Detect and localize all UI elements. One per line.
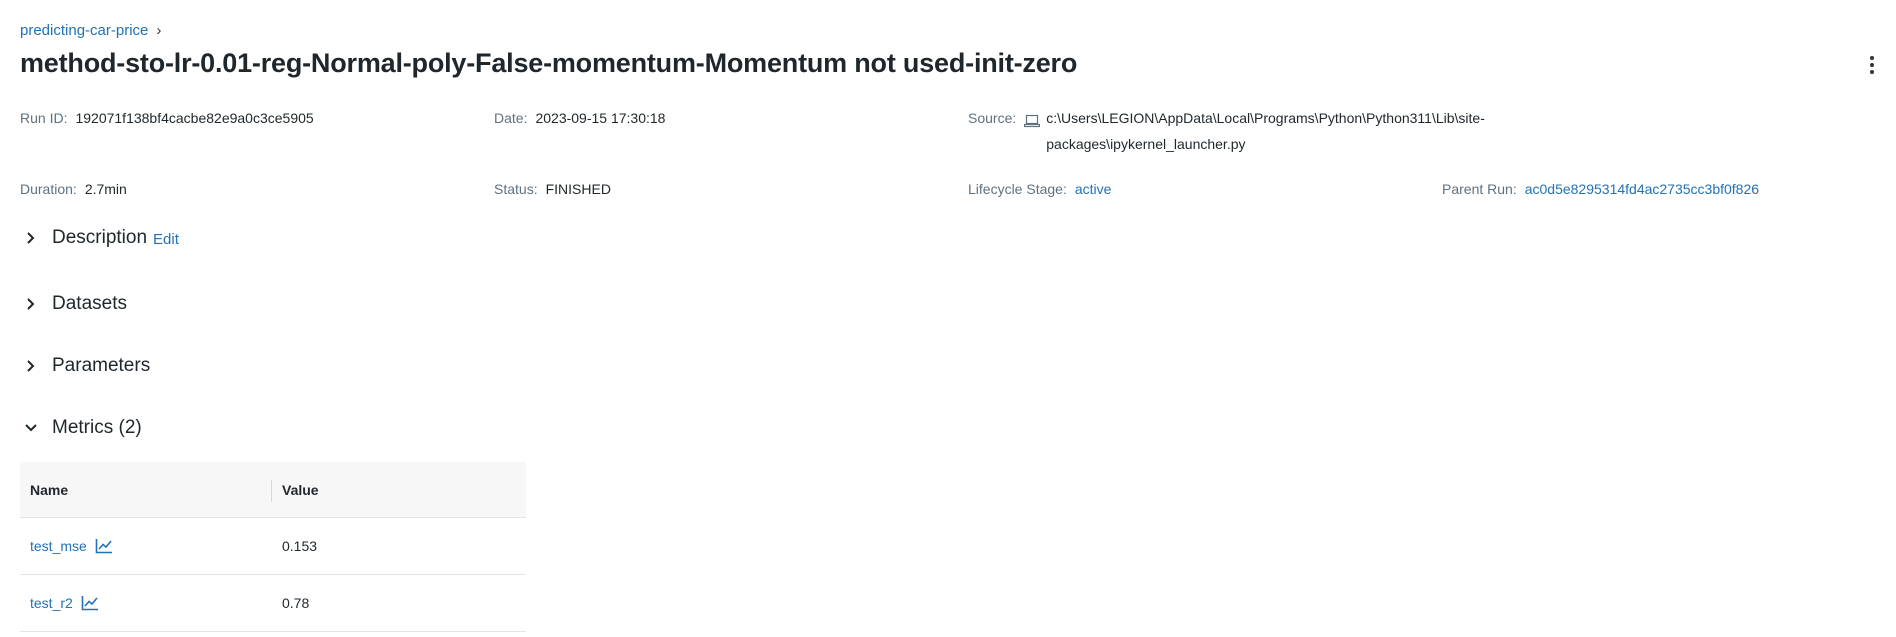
source-field: Source: c:\Users\LEGION\AppData\Local\Pr… bbox=[968, 110, 1566, 157]
datasets-title: Datasets bbox=[52, 293, 127, 314]
metrics-title: Metrics (2) bbox=[52, 417, 142, 438]
laptop-icon bbox=[1024, 114, 1041, 128]
lifecycle-label: Lifecycle Stage: bbox=[968, 181, 1067, 197]
status-label: Status: bbox=[494, 181, 538, 197]
description-title: Description bbox=[52, 227, 148, 248]
line-chart-icon[interactable] bbox=[81, 595, 99, 611]
chevron-right-icon bbox=[27, 232, 35, 244]
date-field: Date: 2023-09-15 17:30:18 bbox=[494, 110, 665, 126]
metric-name-link[interactable]: test_mse bbox=[30, 538, 87, 554]
status-value: FINISHED bbox=[545, 181, 611, 197]
duration-field: Duration: 2.7min bbox=[20, 181, 127, 197]
chevron-down-icon bbox=[25, 424, 37, 432]
metrics-table: Name Value test_mse 0.153 test_r2 0.78 bbox=[20, 462, 526, 632]
parent-run-field: Parent Run: ac0d5e8295314fd4ac2735cc3bf0f… bbox=[1442, 181, 1759, 197]
status-field: Status: FINISHED bbox=[494, 181, 611, 197]
parameters-section-header[interactable]: Parameters bbox=[24, 355, 150, 377]
page-title: method-sto-lr-0.01-reg-Normal-poly-False… bbox=[20, 48, 1078, 78]
date-value: 2023-09-15 17:30:18 bbox=[535, 110, 666, 126]
metric-value-cell: 0.153 bbox=[282, 538, 318, 554]
metric-name-cell: test_r2 bbox=[20, 595, 272, 611]
source-label: Source: bbox=[968, 110, 1017, 126]
metric-name-cell: test_mse bbox=[20, 538, 272, 554]
table-row: test_mse 0.153 bbox=[20, 518, 526, 575]
metrics-section-header[interactable]: Metrics (2) bbox=[24, 417, 142, 439]
metrics-table-header: Name Value bbox=[20, 462, 526, 518]
run-id-label: Run ID: bbox=[20, 110, 68, 126]
breadcrumb-separator: › bbox=[156, 22, 162, 39]
parent-run-link[interactable]: ac0d5e8295314fd4ac2735cc3bf0f826 bbox=[1525, 181, 1759, 197]
parent-run-label: Parent Run: bbox=[1442, 181, 1517, 197]
metric-value-cell: 0.78 bbox=[282, 595, 310, 611]
name-column-header[interactable]: Name bbox=[20, 462, 272, 517]
table-row: test_r2 0.78 bbox=[20, 575, 526, 632]
run-id-value: 192071f138bf4cacbe82e9a0c3ce5905 bbox=[75, 110, 314, 126]
breadcrumb: predicting-car-price › bbox=[20, 22, 161, 39]
date-label: Date: bbox=[494, 110, 528, 126]
value-column-header[interactable]: Value bbox=[272, 462, 319, 517]
line-chart-icon[interactable] bbox=[95, 538, 113, 554]
lifecycle-field: Lifecycle Stage: active bbox=[968, 181, 1111, 197]
more-options-icon[interactable] bbox=[1860, 52, 1884, 78]
chevron-right-icon bbox=[27, 298, 35, 310]
lifecycle-value-link[interactable]: active bbox=[1075, 181, 1112, 197]
chevron-right-icon bbox=[27, 360, 35, 372]
metric-name-link[interactable]: test_r2 bbox=[30, 595, 73, 611]
source-path: c:\Users\LEGION\AppData\Local\Programs\P… bbox=[1046, 110, 1485, 152]
description-edit-link[interactable]: Edit bbox=[153, 231, 179, 248]
duration-value: 2.7min bbox=[84, 181, 127, 197]
duration-label: Duration: bbox=[20, 181, 77, 197]
breadcrumb-experiment-link[interactable]: predicting-car-price bbox=[20, 22, 148, 39]
run-id-field: Run ID: 192071f138bf4cacbe82e9a0c3ce5905 bbox=[20, 110, 314, 126]
description-section-header[interactable]: Description Edit bbox=[24, 227, 179, 249]
datasets-section-header[interactable]: Datasets bbox=[24, 293, 127, 315]
parameters-title: Parameters bbox=[52, 355, 151, 376]
